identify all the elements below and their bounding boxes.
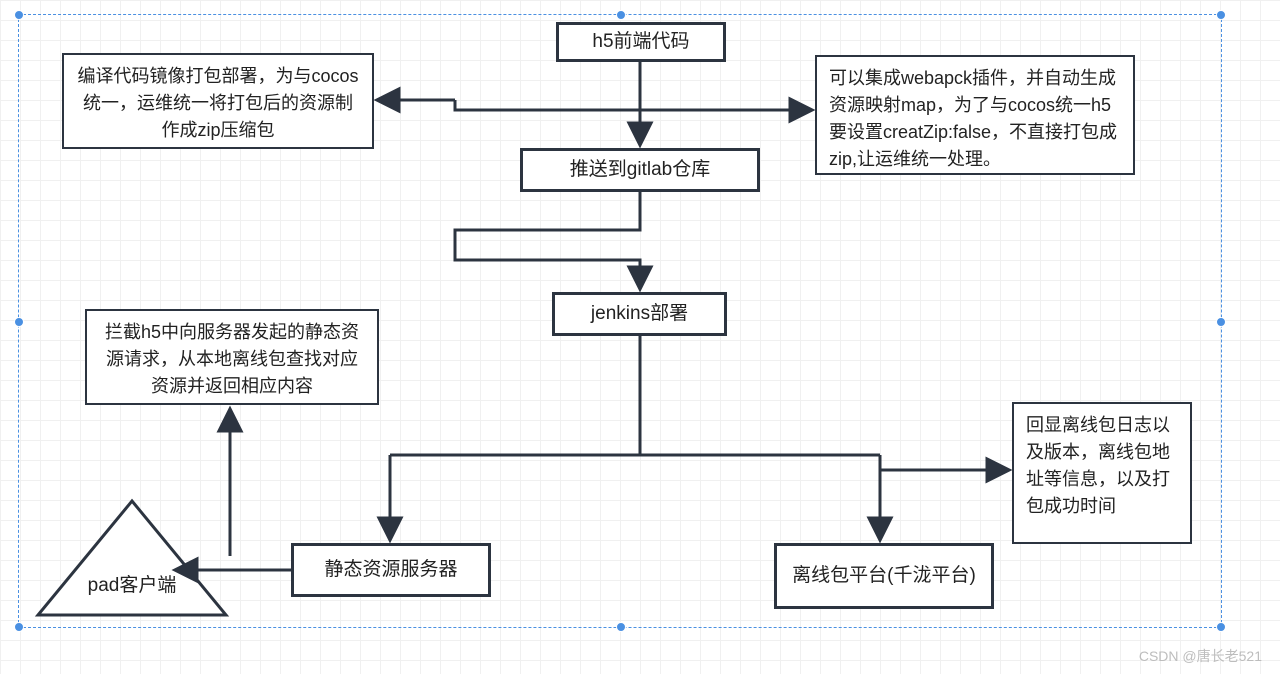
handle-nw[interactable] bbox=[14, 10, 24, 20]
handle-sw[interactable] bbox=[14, 622, 24, 632]
note-compile[interactable]: 编译代码镜像打包部署，为与cocos统一，运维统一将打包后的资源制作成zip压缩… bbox=[62, 53, 374, 149]
note-intercept[interactable]: 拦截h5中向服务器发起的静态资源请求，从本地离线包查找对应资源并返回相应内容 bbox=[85, 309, 379, 405]
node-offline-platform[interactable]: 离线包平台(千泷平台) bbox=[774, 543, 994, 609]
node-jenkins[interactable]: jenkins部署 bbox=[552, 292, 727, 336]
handle-ne[interactable] bbox=[1216, 10, 1226, 20]
watermark: CSDN @唐长老521 bbox=[1139, 646, 1262, 666]
pad-client-label: pad客户端 bbox=[62, 570, 202, 597]
node-pad-client[interactable] bbox=[32, 495, 232, 623]
handle-se[interactable] bbox=[1216, 622, 1226, 632]
node-static-server[interactable]: 静态资源服务器 bbox=[291, 543, 491, 597]
handle-n[interactable] bbox=[616, 10, 626, 20]
handle-s[interactable] bbox=[616, 622, 626, 632]
handle-e[interactable] bbox=[1216, 317, 1226, 327]
note-webpack[interactable]: 可以集成webapck插件，并自动生成资源映射map，为了与cocos统一h5要… bbox=[815, 55, 1135, 175]
node-push-gitlab[interactable]: 推送到gitlab仓库 bbox=[520, 148, 760, 192]
note-log[interactable]: 回显离线包日志以及版本，离线包地址等信息，以及打包成功时间 bbox=[1012, 402, 1192, 544]
handle-w[interactable] bbox=[14, 317, 24, 327]
node-h5-frontend[interactable]: h5前端代码 bbox=[556, 22, 726, 62]
